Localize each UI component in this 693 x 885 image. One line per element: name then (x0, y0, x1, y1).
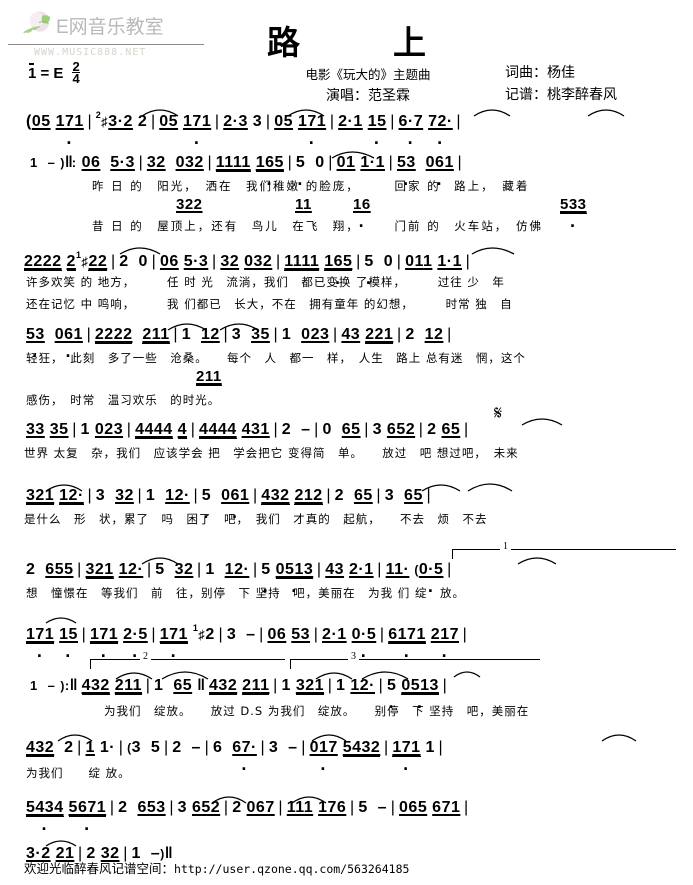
staff-line-4: 53 061|2222 211|1 12|3 35|1 023|43 221|2… (0, 320, 693, 415)
footer-text: 欢迎光临醉春风记谱空间： (24, 862, 175, 876)
film-subtitle: 电影《玩大的》主题曲 (305, 68, 431, 82)
notation-row: (05 171|2♯3·2 2|05 171|2·3 3|05 171|2·1 … (26, 110, 465, 131)
staff-line-11: 5434 5671|2 653|3 652|2 067|111 176|5 –|… (0, 793, 693, 837)
slur-arc (141, 557, 179, 565)
lyric-row: 为我们 绽放。 放过 D.S 为我们 绽放。 别停 下 坚持 吧，美丽在 (104, 704, 530, 718)
time-signature: 24 (72, 59, 80, 86)
volta-number-1: 1 (500, 541, 511, 552)
slur-arc (45, 840, 77, 847)
notation-row-alt: 211 (196, 368, 222, 386)
key-signature: 1 = E 24 (28, 59, 80, 86)
slur-arc (287, 109, 325, 117)
notation-row-alt: 322 (176, 196, 203, 213)
volta-bracket-1 (452, 549, 676, 559)
notation-row-alt: 11 (295, 196, 312, 213)
staff-line-3: 2222 21♯22|2 0|06 5·3|32 032|1111 165|5 … (0, 244, 693, 320)
lyric-row: 是什么 形 状，累了 吗 困了 吧， 我们 才真的 起航， 不去 烦 不去 (24, 512, 488, 526)
slur-arc (467, 483, 513, 492)
notation-row: 1 – )‖: 06 5·3|32 032|1111 165|5 0|01 1·… (30, 154, 466, 172)
slur-arc (219, 323, 259, 331)
page-title: 路 上 (267, 23, 456, 62)
slur-arc (161, 671, 209, 680)
slur-arc (167, 323, 207, 331)
volta-number-2: 2 (140, 651, 151, 662)
notation-row: 2222 21♯22|2 0|06 5·3|32 032|1111 165|5 … (24, 250, 474, 271)
lyric-row: 为我们 绽 放。 (26, 766, 131, 780)
notation-row: 321 12·|3 32|1 12·|5 061|432 212|2 65|3 … (26, 487, 435, 505)
slur-arc (141, 109, 179, 117)
slur-arc (471, 247, 515, 255)
slur-arc (517, 557, 557, 565)
slur-arc (211, 796, 247, 804)
notation-row: 171 15|171 2·5|171 1♯2|3 –|06 53|2·1 0·5… (26, 623, 471, 644)
lyric-row-verse2: 感伤， 时常 温习欢乐 的时光。 (26, 393, 221, 407)
slur-arc (57, 734, 93, 742)
staff-line-2: 1 – )‖: 06 5·3|32 032|1111 165|5 0|01 1·… (0, 148, 693, 244)
lyric-row: 世界 太复 杂，我们 应该学会 把 学会把它 变得简 单。 放过 吧 想过吧， … (24, 446, 519, 460)
staff-line-9: 2 3 1 – ):‖ 432 211 | 1 65 ‖ 432 211 | 1 321… (0, 651, 693, 731)
slur-arc (315, 672, 353, 680)
notation-row-alt: 533 (560, 196, 587, 214)
slur-arc (311, 734, 347, 742)
transcriber-credit: 记谱：桃李醉春风 (505, 88, 617, 103)
slur-arc (453, 671, 481, 678)
lyric-row-verse1: 许多欢笑 的 地方， 任 时 光 流淌，我们 都已变换 了模样， 过往 少 年 (26, 275, 505, 289)
slur-arc (119, 247, 161, 255)
slur-arc (115, 672, 153, 680)
staff-line-7: 1 2 655|321 12·|5 32|1 12·|5 0513|43 2·1… (0, 541, 693, 617)
slur-arc (421, 484, 461, 492)
singer-subtitle: 演唱：范圣霖 (326, 89, 410, 104)
segno-icon: 𝄋 (494, 403, 503, 424)
notation-row: 2 655|321 12·|5 32|1 12·|5 0513|43 2·1|1… (26, 561, 455, 579)
slur-arc (45, 617, 77, 624)
volta-number-3: 3 (348, 651, 359, 662)
slur-arc (45, 484, 83, 492)
staff-line-5: 33 35 | 1 023 | 4444 4 | 4444 431 | 2 – | 0 65 | 3 6… (0, 403, 693, 481)
lyric-row-verse1: 昨 日 的 阳光， 洒在 我们稚嫩 的脸庞， 回家 的 路上， 藏着 (92, 179, 530, 193)
lyric-row: 想 憧憬在 等我们 前 往，别停 下 坚持 吧，美丽在 为我 们 绽 放。 (26, 586, 465, 600)
notation-row: 5434 5671|2 653|3 652|2 067|111 176|5 –|… (26, 799, 472, 817)
staff-line-10: 432 2|1 1·|(3 5|2 –|6 67·|3 –|017 5432|1… (0, 731, 693, 793)
score-body: (05 171|2♯3·2 2|05 171|2·3 3|05 171|2·1 … (0, 104, 693, 877)
footer-url: http://user.qzone.qq.com/563264185 (174, 862, 410, 876)
slur-arc (291, 796, 327, 804)
lyric-row-verse1: 轻狂， 此刻 多了一些 沧桑。 每个 人 都一 样， 人生 路上 总有迷 惘，这… (26, 351, 526, 365)
lyric-row-verse2: 昔 日 的 屋顶上，还有 鸟儿 在飞 翔， 门前 的 火车站， 仿佛 (92, 219, 543, 233)
slur-arc (587, 109, 625, 117)
lyricist-credit: 词曲：杨佳 (505, 66, 575, 81)
slur-arc (473, 109, 511, 117)
notation-row-alt: 16 (353, 196, 371, 213)
slur-arc (601, 734, 637, 742)
staff-line-1: (05 171|2♯3·2 2|05 171|2·3 3|05 171|2·1 … (0, 104, 693, 148)
staff-line-6: 321 12·|3 32|1 12·|5 061|432 212|2 65|3 … (0, 481, 693, 547)
lyric-row-verse2: 还在记忆 中 鸣响， 我 们都已 长大，不在 拥有童年 的幻想， 时常 独 自 (26, 297, 513, 311)
slur-arc (361, 671, 409, 680)
footer-note: 欢迎光临醉春风记谱空间：http://user.qzone.qq.com/563… (24, 858, 409, 877)
key-tonic-label: 1 = E (28, 65, 64, 82)
slur-arc (331, 151, 375, 159)
slur-arc (521, 418, 563, 426)
notation-row: 33 35 | 1 023 | 4444 4 | 4444 431 | 2 – | 0 65 | 3 6… (26, 421, 469, 439)
staff-line-8: 171 15|171 2·5|171 1♯2|3 –|06 53|2·1 0·5… (0, 617, 693, 659)
